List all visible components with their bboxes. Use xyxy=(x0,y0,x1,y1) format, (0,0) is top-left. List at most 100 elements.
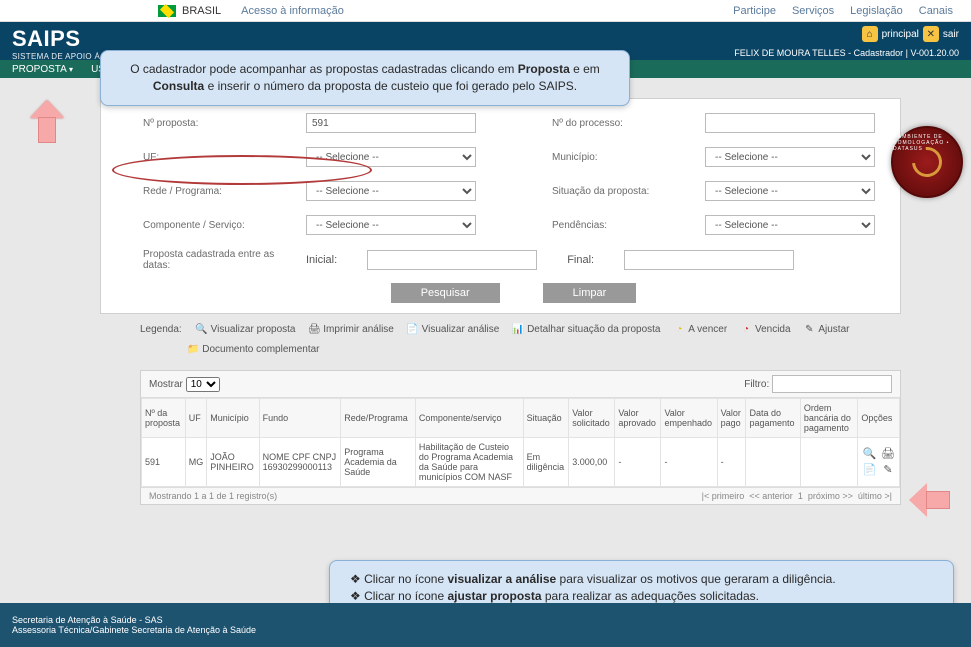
callout-top-text-3: e inserir o número da proposta de custei… xyxy=(208,79,578,93)
th-empenhado[interactable]: Valor empenhado xyxy=(661,399,717,438)
situacao-select[interactable]: -- Selecione -- xyxy=(705,181,875,201)
th-solicitado[interactable]: Valor solicitado xyxy=(569,399,615,438)
nav-proposta[interactable]: PROPOSTA xyxy=(12,64,73,75)
gov-link-servicos[interactable]: Serviços xyxy=(792,5,834,17)
user-info: FELIX DE MOURA TELLES - Cadastrador | V-… xyxy=(734,48,959,58)
nproposta-label: Nº proposta: xyxy=(143,118,303,129)
acesso-link[interactable]: Acesso à informação xyxy=(241,5,344,17)
cell-componente: Habilitação de Custeio do Programa Acade… xyxy=(415,438,523,487)
final-label: Final: xyxy=(567,254,594,266)
filtro-label: Filtro: xyxy=(744,379,769,390)
legend-label: Legenda: xyxy=(140,324,182,335)
cell-municipio: JOÃO PINHEIRO xyxy=(207,438,259,487)
cell-solicitado: 3.000,00 xyxy=(569,438,615,487)
rede-select[interactable]: -- Selecione -- xyxy=(306,181,476,201)
filtro-input[interactable] xyxy=(772,375,892,393)
cell-fundo: NOME CPF CNPJ 16930299000113 xyxy=(259,438,341,487)
row-print-icon[interactable]: 🖨 xyxy=(881,447,895,461)
th-pago[interactable]: Valor pago xyxy=(717,399,746,438)
th-ordem[interactable]: Ordem bancária do pagamento xyxy=(800,399,858,438)
pager-1[interactable]: 1 xyxy=(798,491,803,501)
th-opcoes: Opções xyxy=(858,399,900,438)
cell-uf: MG xyxy=(185,438,207,487)
row-adjust-icon[interactable]: ✎ xyxy=(881,463,895,477)
pager-first[interactable]: |< primeiro xyxy=(702,491,745,501)
gov-link-participe[interactable]: Participe xyxy=(733,5,776,17)
home-icon[interactable]: ⌂ xyxy=(862,26,878,42)
th-rede[interactable]: Rede/Programa xyxy=(341,399,416,438)
clock-yellow-icon: ◔ xyxy=(673,324,685,336)
arrow-up-annotation xyxy=(30,100,64,142)
pesquisar-button[interactable]: Pesquisar xyxy=(391,283,500,303)
th-situacao[interactable]: Situação xyxy=(523,399,569,438)
callout-bot-2a: Clicar no ícone xyxy=(364,589,447,603)
legend-ajustar: Ajustar xyxy=(818,320,849,340)
th-municipio[interactable]: Município xyxy=(207,399,259,438)
homolog-seal: • AMBIENTE DE HOMOLOGAÇÃO • DATASUS xyxy=(891,126,963,198)
nprocesso-input[interactable] xyxy=(705,113,875,133)
cell-empenhado: - xyxy=(661,438,717,487)
detail-icon: 📊 xyxy=(512,324,524,336)
th-fundo[interactable]: Fundo xyxy=(259,399,341,438)
exit-icon[interactable]: ✕ xyxy=(923,26,939,42)
callout-top-text-2: e em xyxy=(573,62,600,76)
row-view-proposal-icon[interactable]: 🔍 xyxy=(862,447,876,461)
callout-bot-1b: visualizar a análise xyxy=(447,572,556,586)
th-componente[interactable]: Componente/serviço xyxy=(415,399,523,438)
nproposta-input[interactable] xyxy=(306,113,476,133)
pager-prev[interactable]: << anterior xyxy=(749,491,793,501)
componente-select[interactable]: -- Selecione -- xyxy=(306,215,476,235)
inicial-label: Inicial: xyxy=(306,254,337,266)
country-label: BRASIL xyxy=(182,5,221,17)
callout-bot-1c: para visualizar os motivos que geraram a… xyxy=(560,572,836,586)
th-datapag[interactable]: Data do pagamento xyxy=(746,399,800,438)
callout-bot-2b: ajustar proposta xyxy=(447,589,541,603)
cell-rede: Programa Academia da Saúde xyxy=(341,438,416,487)
callout-bot-1a: Clicar no ícone xyxy=(364,572,447,586)
cell-opcoes: 🔍 🖨 📄 ✎ xyxy=(858,438,900,487)
legend-a-vencer: A vencer xyxy=(688,320,727,340)
seal-text: • AMBIENTE DE HOMOLOGAÇÃO • DATASUS xyxy=(893,134,961,152)
view-analysis-icon: 📄 xyxy=(407,324,419,336)
results-count: Mostrando 1 a 1 de 1 registro(s) xyxy=(149,491,277,501)
mostrar-label: Mostrar xyxy=(149,379,183,390)
cell-ordem xyxy=(800,438,858,487)
sair-link[interactable]: sair xyxy=(943,29,959,40)
limpar-button[interactable]: Limpar xyxy=(543,283,637,303)
print-icon: 🖨 xyxy=(308,324,320,336)
legend-vencida: Vencida xyxy=(755,320,791,340)
legend-detail: Detalhar situação da proposta xyxy=(527,320,660,340)
th-num[interactable]: Nº da proposta xyxy=(142,399,186,438)
legend-print: Imprimir análise xyxy=(323,320,394,340)
th-uf[interactable]: UF xyxy=(185,399,207,438)
legend-view-analysis: Visualizar análise xyxy=(422,320,500,340)
callout-bot-2c: para realizar as adequações solicitadas. xyxy=(545,589,759,603)
municipio-select[interactable]: -- Selecione -- xyxy=(705,147,875,167)
data-final-input[interactable] xyxy=(624,250,794,270)
gov-link-canais[interactable]: Canais xyxy=(919,5,953,17)
footer-line2: Assessoria Técnica/Gabinete Secretaria d… xyxy=(12,625,256,635)
uf-select[interactable]: -- Selecione -- xyxy=(306,147,476,167)
principal-link[interactable]: principal xyxy=(882,29,919,40)
componente-label: Componente / Serviço: xyxy=(143,220,303,231)
clock-red-icon: ◔ xyxy=(740,324,752,336)
brazil-flag-icon xyxy=(158,5,176,17)
cell-pago: - xyxy=(717,438,746,487)
data-inicial-input[interactable] xyxy=(367,250,537,270)
mostrar-select[interactable]: 10 xyxy=(186,377,220,392)
pager-last[interactable]: último >| xyxy=(858,491,892,501)
row-view-analysis-icon[interactable]: 📄 xyxy=(862,463,876,477)
callout-top-bold-1: Proposta xyxy=(518,62,570,76)
rede-label: Rede / Programa: xyxy=(143,186,303,197)
doc-icon: 📁 xyxy=(187,344,199,356)
pendencias-select[interactable]: -- Selecione -- xyxy=(705,215,875,235)
legend: Legenda: 🔍Visualizar proposta 🖨Imprimir … xyxy=(30,314,941,366)
pager-next[interactable]: próximo >> xyxy=(808,491,853,501)
gov-link-legislacao[interactable]: Legislação xyxy=(850,5,903,17)
callout-top: O cadastrador pode acompanhar as propost… xyxy=(100,50,630,106)
arrow-left-annotation xyxy=(909,479,943,521)
pendencias-label: Pendências: xyxy=(552,220,702,231)
legend-doc: Documento complementar xyxy=(202,340,319,360)
th-aprovado[interactable]: Valor aprovado xyxy=(615,399,661,438)
legend-view-proposal: Visualizar proposta xyxy=(211,320,296,340)
